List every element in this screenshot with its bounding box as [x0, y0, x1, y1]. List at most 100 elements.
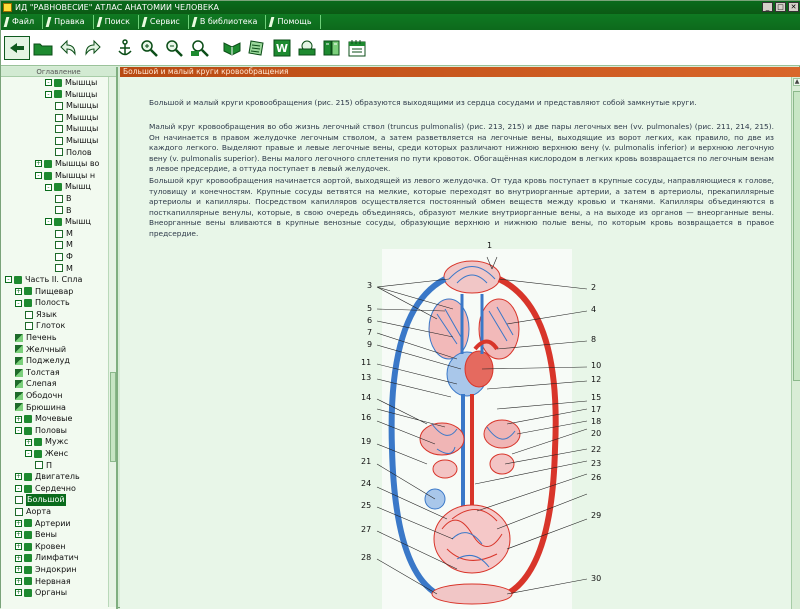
book-icon[interactable]	[220, 36, 244, 60]
back-icon[interactable]	[56, 36, 80, 60]
tree-item[interactable]: - Половы	[1, 425, 108, 437]
zoom-in-icon[interactable]	[138, 36, 162, 60]
tree-item[interactable]: М	[1, 239, 108, 251]
tree-item[interactable]: + Нервная	[1, 576, 108, 588]
tree-item[interactable]: - Полость	[1, 297, 108, 309]
tree-item[interactable]: Мышцы	[1, 100, 108, 112]
collapse-icon[interactable]: -	[45, 183, 52, 191]
collapse-icon[interactable]: -	[45, 218, 52, 226]
menu-help[interactable]: Помощь	[266, 15, 321, 29]
folder-icon	[34, 438, 42, 447]
expand-icon[interactable]: +	[15, 415, 22, 423]
expand-icon[interactable]: +	[15, 519, 22, 527]
tree-item[interactable]: П	[1, 460, 108, 472]
tree-item[interactable]: Мышцы	[1, 112, 108, 124]
close-button[interactable]: ✕	[788, 2, 799, 12]
tree-item[interactable]: Толстая	[1, 367, 108, 379]
collapse-icon[interactable]: -	[15, 299, 22, 307]
sidebar-scroll-thumb[interactable]	[110, 372, 116, 462]
tree-item[interactable]: + Мышцы во	[1, 158, 108, 170]
expand-icon[interactable]: +	[15, 473, 22, 481]
content-scrollbar[interactable]: ▲	[791, 77, 800, 609]
tree-item[interactable]: - Мышцы н	[1, 170, 108, 182]
tree-item[interactable]: Глоток	[1, 320, 108, 332]
calendar-icon[interactable]	[345, 36, 369, 60]
expand-icon[interactable]: +	[15, 589, 22, 597]
expand-icon[interactable]: +	[25, 438, 32, 446]
menu-search[interactable]: Поиск	[94, 15, 139, 29]
collapse-icon[interactable]: -	[15, 427, 22, 435]
expand-icon[interactable]: +	[15, 566, 22, 574]
tree-item[interactable]: Мышцы	[1, 135, 108, 147]
tree-item[interactable]: М	[1, 228, 108, 240]
menu-service[interactable]: Сервис	[139, 15, 189, 29]
zoom-out-icon[interactable]	[163, 36, 187, 60]
tree-item[interactable]: В	[1, 205, 108, 217]
collapse-icon[interactable]: -	[5, 276, 12, 284]
word-icon[interactable]: W	[270, 36, 294, 60]
minimize-button[interactable]: _	[762, 2, 773, 12]
tree-item[interactable]: Мышцы	[1, 123, 108, 135]
tree-item[interactable]: + Двигатель	[1, 471, 108, 483]
tree-item[interactable]: В	[1, 193, 108, 205]
notes-icon[interactable]	[245, 36, 269, 60]
doc-icon	[15, 496, 23, 505]
content-scroll-thumb[interactable]	[793, 91, 800, 381]
tree-item[interactable]: Большой	[1, 494, 108, 506]
expand-icon[interactable]: +	[15, 554, 22, 562]
tree-item[interactable]: + Кровен	[1, 541, 108, 553]
tree-item[interactable]: + Лимфатич	[1, 552, 108, 564]
folder-open-icon[interactable]	[31, 36, 55, 60]
tree-item[interactable]: + Органы	[1, 587, 108, 599]
tree-item[interactable]: - Женс	[1, 448, 108, 460]
tree-item[interactable]: Слепая	[1, 378, 108, 390]
expand-icon[interactable]: +	[15, 577, 22, 585]
tree-item-label: Лимфатич	[35, 553, 79, 563]
exit-icon[interactable]	[4, 35, 30, 60]
tree-item[interactable]: + Вены	[1, 529, 108, 541]
print-icon[interactable]	[295, 36, 319, 60]
expand-icon[interactable]: +	[15, 531, 22, 539]
collapse-icon[interactable]: -	[35, 172, 42, 180]
maximize-button[interactable]: □	[775, 2, 786, 12]
collapse-icon[interactable]: -	[25, 450, 32, 458]
library-icon[interactable]	[320, 36, 344, 60]
tree-item[interactable]: Печень	[1, 332, 108, 344]
tree-item[interactable]: М	[1, 263, 108, 275]
tree-item[interactable]: Желчный	[1, 344, 108, 356]
tree-item[interactable]: Поджелуд	[1, 355, 108, 367]
menu-library[interactable]: В библиотека	[189, 15, 267, 29]
tree-item[interactable]: - Мышц	[1, 216, 108, 228]
expand-icon[interactable]: +	[15, 543, 22, 551]
tree-item[interactable]: Полов	[1, 147, 108, 159]
tree-item[interactable]: - Мышцы	[1, 77, 108, 89]
tree-item[interactable]: + Артерии	[1, 518, 108, 530]
scroll-up-icon[interactable]: ▲	[793, 78, 800, 86]
tree-item[interactable]: + Эндокрин	[1, 564, 108, 576]
expand-icon[interactable]: +	[15, 287, 22, 295]
tree-item[interactable]: Брюшина	[1, 402, 108, 414]
tree-item[interactable]: - Часть II. Спла	[1, 274, 108, 286]
collapse-icon[interactable]: -	[45, 79, 52, 87]
tree-item[interactable]: Ободочн	[1, 390, 108, 402]
sidebar-scrollbar[interactable]	[108, 77, 116, 607]
tree-item[interactable]: - Мышцы	[1, 89, 108, 101]
tree-item[interactable]: + Мужс	[1, 436, 108, 448]
label-17: 17	[591, 405, 602, 414]
collapse-icon[interactable]: -	[45, 90, 52, 98]
tree-item[interactable]: Аорта	[1, 506, 108, 518]
menu-edit[interactable]: Правка	[43, 15, 94, 29]
anchor-icon[interactable]	[113, 36, 137, 60]
tree-item[interactable]: + Пищевар	[1, 286, 108, 298]
menu-file[interactable]: Файл	[1, 15, 44, 29]
tree-item[interactable]: Язык	[1, 309, 108, 321]
collapse-icon[interactable]: -	[15, 485, 22, 493]
tree-item[interactable]: Ф	[1, 251, 108, 263]
tree-item-label: Мышцы н	[55, 170, 96, 180]
expand-icon[interactable]: +	[35, 160, 42, 168]
search-icon[interactable]	[188, 36, 212, 60]
tree-item[interactable]: - Сердечно	[1, 483, 108, 495]
forward-icon[interactable]	[81, 36, 105, 60]
tree-item[interactable]: - Мышц	[1, 181, 108, 193]
tree-item[interactable]: + Мочевые	[1, 413, 108, 425]
